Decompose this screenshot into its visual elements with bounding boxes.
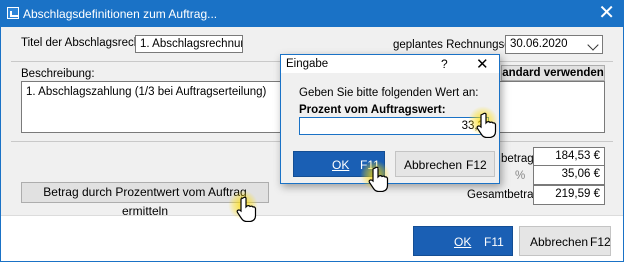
percent-sign: % xyxy=(515,170,526,182)
ok-button-label: OK xyxy=(454,235,472,249)
dialog-close-icon[interactable]: ✕ xyxy=(476,55,489,73)
dialog-cancel-button[interactable]: Abbrechen F12 xyxy=(395,151,495,177)
dialog-prompt: Geben Sie bitte folgenden Wert an: xyxy=(299,87,479,99)
ok-shortcut: F11 xyxy=(484,235,504,249)
description-label: Beschreibung: xyxy=(21,68,95,80)
amount-field[interactable]: 184,53 € xyxy=(533,147,605,167)
chevron-down-icon xyxy=(587,39,599,51)
amount-label: betrag: xyxy=(501,153,537,165)
window-footer: OK F11 Abbrechen F12 xyxy=(1,215,623,261)
title-input[interactable]: 1. Abschlagsrechnung xyxy=(135,35,243,53)
window-titlebar: Abschlagsdefinitionen zum Auftrag... ✕ xyxy=(1,1,623,27)
window-close-icon[interactable]: ✕ xyxy=(598,2,615,24)
dialog-cancel-label: Abbrechen xyxy=(404,158,463,172)
window-title: Abschlagsdefinitionen zum Auftrag... xyxy=(23,7,218,21)
dialog-cancel-shortcut: F12 xyxy=(466,158,487,172)
hand-cursor-icon xyxy=(368,166,389,192)
cancel-button[interactable]: Abbrechen F12 xyxy=(519,226,611,256)
hand-cursor-icon xyxy=(236,196,257,222)
amount-field-2[interactable]: 35,06 € xyxy=(533,165,605,185)
dialog-ok-label: OK xyxy=(332,158,350,172)
dialog-titlebar: Eingabe ? ✕ xyxy=(281,55,499,73)
ok-button[interactable]: OK F11 xyxy=(413,226,513,256)
percent-input[interactable]: 33,3 xyxy=(299,117,489,135)
total-field[interactable]: 219,59 € xyxy=(533,185,605,205)
input-dialog: Eingabe ? ✕ Geben Sie bitte folgenden We… xyxy=(280,54,500,184)
date-dropdown[interactable]: 30.06.2020 xyxy=(505,35,603,54)
date-value: 30.06.2020 xyxy=(510,38,568,50)
total-label: Gesamtbetrag: xyxy=(467,189,544,201)
percent-field-label: Prozent vom Auftragswert: xyxy=(299,104,446,116)
help-icon[interactable]: ? xyxy=(441,57,448,71)
dialog-title: Eingabe xyxy=(286,58,329,70)
app-icon xyxy=(7,7,19,19)
cancel-shortcut: F12 xyxy=(590,235,611,249)
hand-cursor-icon xyxy=(476,112,497,138)
cancel-button-label: Abbrechen xyxy=(530,235,589,249)
use-standard-button[interactable]: andard verwenden xyxy=(501,65,605,81)
